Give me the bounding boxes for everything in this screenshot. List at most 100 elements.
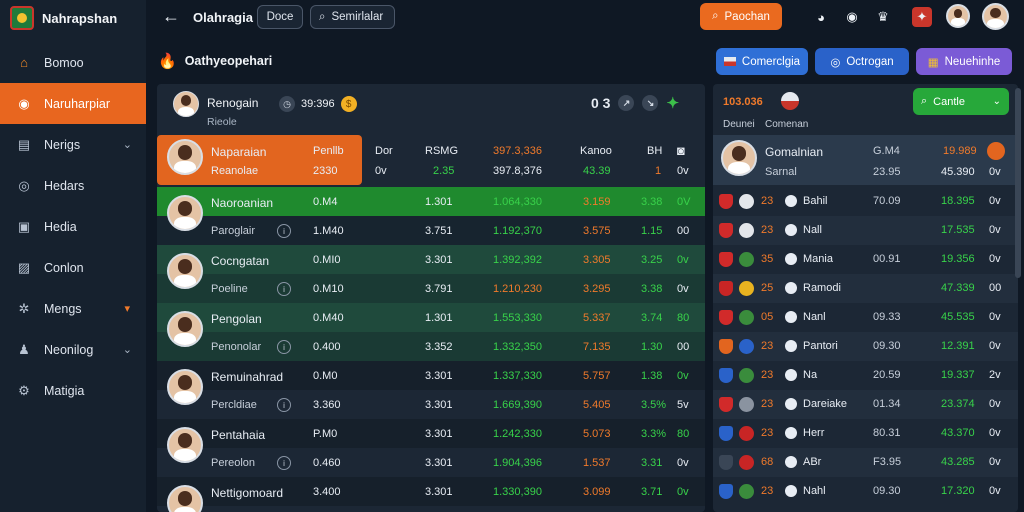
info-icon: ◎ — [830, 56, 841, 69]
ball-icon — [785, 311, 797, 323]
ball-icon — [785, 195, 797, 207]
chart-icon: ▨ — [17, 259, 31, 275]
row-c9: 80 — [677, 312, 690, 324]
sidebar-item-mengs[interactable]: ✲ Mengs ▾ — [0, 288, 146, 329]
standings-row[interactable]: 68 ABr F3.95 43.285 0v — [713, 448, 1018, 477]
standings-row[interactable]: 23 Bahil 70.09 18.395 0v — [713, 187, 1018, 216]
featured-player[interactable]: Gomalnian Sarnal G.M4 23.95 19.989 45.39… — [713, 135, 1018, 185]
standings-row[interactable]: 23 Pantori 09.30 12.391 0v — [713, 332, 1018, 361]
row-c5: 5.073 — [583, 428, 611, 440]
info-icon[interactable]: i — [277, 282, 291, 296]
badge-icon: ▾ — [124, 303, 130, 315]
row-stat2: 0.460 — [313, 457, 341, 469]
standings-row[interactable]: 23 Na 20.59 19.337 2v — [713, 361, 1018, 390]
chevron-down-icon: ⌄ — [122, 139, 132, 151]
standings-row[interactable]: 05 Nanl 09.33 45.535 0v — [713, 303, 1018, 332]
standings-v2: 43.370 — [941, 427, 975, 439]
standings-n: 05 — [761, 311, 774, 323]
row-stat1: 0.M0 — [313, 370, 338, 382]
profile-avatar[interactable] — [982, 3, 1009, 30]
primary-button[interactable]: ⌕ Paochan — [700, 3, 782, 30]
doce-button[interactable]: Doce — [257, 5, 303, 29]
standings-row[interactable]: 25 Ramodi 47.339 00 — [713, 274, 1018, 303]
sidebar-item-conlon[interactable]: ▨ Conlon — [0, 247, 146, 288]
standings-row[interactable]: 23 Dareiake 01.34 23.374 0v — [713, 390, 1018, 419]
right-score: 0 3 — [591, 95, 611, 111]
standings-row[interactable]: 23 Herr 80.31 43.370 0v — [713, 419, 1018, 448]
tree-icon[interactable]: ✦ — [666, 94, 679, 112]
standings-row[interactable]: 23 Nahl 09.30 17.320 0v — [713, 477, 1018, 506]
standings-n: 35 — [761, 253, 774, 265]
info-icon[interactable]: i — [277, 456, 291, 470]
search-button[interactable]: ⌕ Semirlalar — [310, 5, 395, 29]
brand[interactable]: Nahrapshan — [10, 6, 117, 30]
cantle-button[interactable]: ⌕ Cantle ⌄ — [913, 88, 1009, 115]
standings-row[interactable]: 23 Nall 17.535 0v — [713, 216, 1018, 245]
sidebar-nav: ⌂ Bomoo ◉ Naruharpiar ▤ Nerigs ⌄ ◎ Hedars ▣ He… — [0, 42, 146, 411]
avatar[interactable] — [946, 4, 970, 28]
team-shield-icon — [719, 397, 733, 412]
target-icon[interactable]: ◉ — [842, 7, 862, 27]
highlight-col: 2330 — [313, 165, 338, 177]
row-sub: Poeline — [211, 283, 248, 295]
people-icon: ♟ — [18, 341, 30, 357]
row-stat1: 0.M4 — [313, 196, 338, 208]
row-c3: 1.330,390 — [493, 486, 542, 498]
ball-icon — [785, 282, 797, 294]
table-row[interactable]: Cocngatan Poeline 0.MI0 0.M10 3.301 3.791 1.39… — [157, 245, 705, 303]
team-crest-icon — [739, 484, 754, 499]
sidebar-item-hedia[interactable]: ▣ Hedia — [0, 206, 146, 247]
row-c6: 5.405 — [583, 399, 611, 411]
table-row[interactable]: Pentahaia Pereolon P.M0 0.460 3.301 3.301 1.24… — [157, 419, 705, 477]
arrow-icon[interactable]: ↘ — [642, 95, 659, 111]
trophy-icon[interactable]: ♛ — [873, 7, 893, 27]
flag-icon — [723, 57, 736, 66]
row-c1: 3.301 — [425, 370, 453, 382]
sidebar-item-matigia[interactable]: ⚙ Matigia — [0, 370, 146, 411]
standings-v2: 18.395 — [941, 195, 975, 207]
row-c6: 7.135 — [583, 341, 611, 353]
chip-comerclgia[interactable]: Comerclgia — [716, 48, 808, 75]
standings-name: Nanl — [803, 311, 826, 323]
standings-n: 23 — [761, 427, 774, 439]
team-shield-icon — [719, 426, 733, 441]
standings-n: 23 — [761, 340, 774, 352]
info-icon[interactable]: i — [277, 340, 291, 354]
row-c9: 0v — [677, 254, 689, 266]
sidebar-item-hedars[interactable]: ◎ Hedars — [0, 165, 146, 206]
flag-icon[interactable]: ✦ — [912, 7, 932, 27]
sidebar-item-neonilog[interactable]: ♟ Neonilog ⌄ — [0, 329, 146, 370]
col-header: RSMG — [425, 145, 458, 157]
coin-icon: $ — [340, 96, 357, 112]
row-sub: Penonolar — [211, 341, 262, 353]
ball-icon[interactable] — [987, 142, 1005, 160]
row-c7: 3.25 — [641, 254, 663, 266]
search-icon: ⌕ — [319, 10, 326, 23]
scrollbar[interactable] — [1015, 88, 1021, 278]
help-icon[interactable]: ◕ — [811, 7, 831, 27]
flag-icon — [781, 92, 799, 110]
row-stat2: 0.M10 — [313, 283, 344, 295]
sidebar-item-naruharpiar[interactable]: ◉ Naruharpiar — [0, 83, 146, 124]
copy-icon[interactable]: ◙ — [677, 143, 685, 158]
section-title: Oathyeopehari — [184, 54, 273, 68]
standings-row[interactable]: 35 Mania 00.91 19.356 0v — [713, 245, 1018, 274]
info-icon[interactable]: i — [277, 224, 291, 238]
standings-end: 2v — [989, 369, 1001, 381]
table-row[interactable]: Naoroanian Paroglair 0.M4 1.M40 1.301 3.751 1.… — [157, 187, 705, 245]
match-header: Renogain Rieole ◷ 39:396 $ 0 3 ↗ ↘ ✦ — [157, 84, 705, 132]
sidebar-item-nerigs[interactable]: ▤ Nerigs ⌄ — [0, 124, 146, 165]
back-arrow-icon[interactable]: ← — [162, 6, 180, 27]
info-icon[interactable]: i — [277, 398, 291, 412]
featured-name: Gomalnian — [765, 145, 824, 159]
row-stat1: 3.400 — [313, 486, 341, 498]
table-row[interactable]: Remuinahrad Percldiae 0.M0 3.360 3.301 3.301 1… — [157, 361, 705, 419]
chip-neuehinhe[interactable]: ▦ Neuehinhe — [916, 48, 1012, 75]
arrow-icon[interactable]: ↗ — [618, 95, 635, 111]
sidebar-item-bomoo[interactable]: ⌂ Bomoo — [0, 42, 146, 83]
chip-octrogan[interactable]: ◎ Octrogan — [815, 48, 909, 75]
row-stat2: 3.360 — [313, 399, 341, 411]
standings-name: Mania — [803, 253, 833, 265]
table-row[interactable]: Pengolan Penonolar 0.M40 0.400 1.301 3.352 1.5… — [157, 303, 705, 361]
table-row[interactable]: Nettigomoard 3.400 3.301 1.330,390 3.099 3.71… — [157, 477, 705, 512]
